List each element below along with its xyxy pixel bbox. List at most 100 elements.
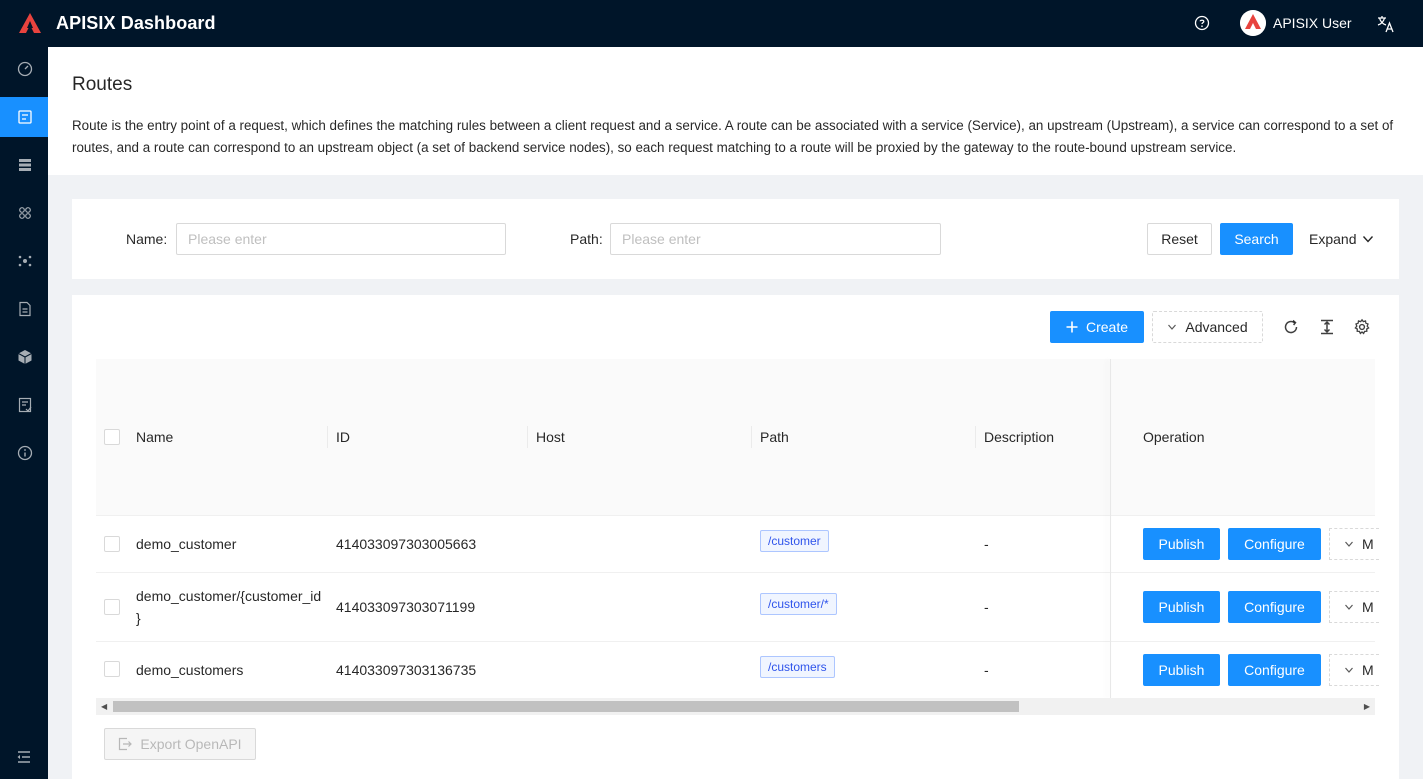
routes-table-card: Create Advanced Name ID Host Path Descri… [72,295,1399,779]
path-tag: /customer [760,530,829,552]
column-header-operation: Operation [1143,429,1205,445]
publish-button[interactable]: Publish [1143,528,1220,560]
help-icon[interactable] [1194,15,1210,31]
route-id: 414033097303136735 [336,662,477,678]
path-tag: /customer/* [760,593,837,615]
service-icon [19,207,31,219]
sidebar-item-consumer[interactable] [0,241,48,281]
page-header: Routes Route is the entry point of a req… [48,47,1423,175]
configure-button[interactable]: Configure [1228,528,1321,560]
reload-icon[interactable] [1282,318,1300,336]
horizontal-scrollbar[interactable]: ◀ ▶ [96,698,1375,715]
column-header-id[interactable]: ID [336,429,350,445]
column-header-description[interactable]: Description [984,429,1054,445]
chevron-down-icon [1363,236,1374,243]
chevron-down-icon [1168,324,1177,330]
more-label: M [1362,536,1374,552]
sidebar-item-proto[interactable] [0,289,48,329]
ssl-icon [18,397,32,413]
route-description: - [984,662,989,678]
sidebar-item-info[interactable] [0,433,48,473]
user-name[interactable]: APISIX User [1273,15,1352,31]
column-header-name[interactable]: Name [136,429,173,445]
name-input[interactable] [176,223,506,255]
advanced-label: Advanced [1185,319,1248,335]
consumer-icon [18,255,32,267]
chevron-down-icon [1345,541,1353,547]
search-form: Name: Path: Reset Search Expand [72,199,1399,279]
create-button[interactable]: Create [1050,311,1144,343]
plugin-icon [18,350,32,364]
route-icon [18,110,32,124]
page-description: Route is the entry point of a request, w… [72,118,1394,155]
route-name: demo_customer [136,536,237,552]
path-label: Path: [570,231,603,247]
publish-button[interactable]: Publish [1143,654,1220,686]
more-dropdown-button[interactable]: M [1329,591,1379,623]
expand-toggle[interactable]: Expand [1309,231,1374,247]
more-dropdown-button[interactable]: M [1329,528,1379,560]
table-row: demo_customers 414033097303136735 /custo… [96,642,1379,699]
search-button[interactable]: Search [1220,223,1293,255]
route-id: 414033097303005663 [336,536,477,552]
sidebar-item-service[interactable] [0,193,48,233]
scroll-right-arrow-icon[interactable]: ▶ [1364,702,1370,711]
setting-icon[interactable] [1353,318,1371,336]
configure-button[interactable]: Configure [1228,654,1321,686]
sidebar-item-ssl[interactable] [0,385,48,425]
sidebar-item-dashboard[interactable] [0,49,48,89]
path-input[interactable] [610,223,941,255]
route-name: demo_customers [136,662,244,678]
info-icon [17,445,33,461]
advanced-button[interactable]: Advanced [1152,311,1263,343]
chevron-down-icon [1345,667,1353,673]
upstream-icon [19,159,31,171]
export-icon [119,737,133,751]
sidebar-item-routes[interactable] [0,97,48,137]
route-description: - [984,599,989,615]
row-checkbox[interactable] [104,599,120,615]
select-all-checkbox[interactable] [104,429,120,445]
column-divider [975,426,976,448]
column-divider [327,426,328,448]
avatar[interactable] [1240,10,1266,36]
sidebar-item-plugin[interactable] [0,337,48,377]
column-divider [751,426,752,448]
chevron-down-icon [1345,604,1353,610]
column-header-host[interactable]: Host [536,429,565,445]
sidebar [0,47,48,779]
row-checkbox[interactable] [104,536,120,552]
route-description: - [984,536,989,552]
menu-fold-icon[interactable] [16,749,32,765]
translate-icon[interactable] [1376,14,1396,34]
more-label: M [1362,599,1374,615]
publish-button[interactable]: Publish [1143,591,1220,623]
dashboard-icon [17,61,33,77]
route-name-continued: } [136,610,141,626]
reset-button[interactable]: Reset [1147,223,1212,255]
more-label: M [1362,662,1374,678]
expand-label: Expand [1309,231,1357,247]
route-name: demo_customer/{customer_id [136,588,322,604]
scrollbar-thumb[interactable] [113,701,1019,712]
proto-icon [19,301,31,317]
export-label: Export OpenAPI [140,736,242,752]
configure-button[interactable]: Configure [1228,591,1321,623]
top-header: APISIX Dashboard APISIX User [0,0,1423,47]
plus-icon [1066,321,1078,333]
sidebar-item-upstream[interactable] [0,145,48,185]
column-header-path[interactable]: Path [760,429,789,445]
column-divider [527,426,528,448]
column-height-icon[interactable] [1318,318,1336,336]
create-label: Create [1085,319,1129,335]
export-openapi-button[interactable]: Export OpenAPI [104,728,256,760]
fixed-column-shadow [1110,359,1111,699]
apisix-logo-icon [19,13,41,33]
name-label: Name: [126,231,168,247]
scroll-left-arrow-icon[interactable]: ◀ [101,702,107,711]
row-checkbox[interactable] [104,661,120,677]
more-dropdown-button[interactable]: M [1329,654,1379,686]
app-title: APISIX Dashboard [56,13,216,33]
page-title: Routes [72,74,133,95]
route-id: 414033097303071199 [336,599,476,615]
